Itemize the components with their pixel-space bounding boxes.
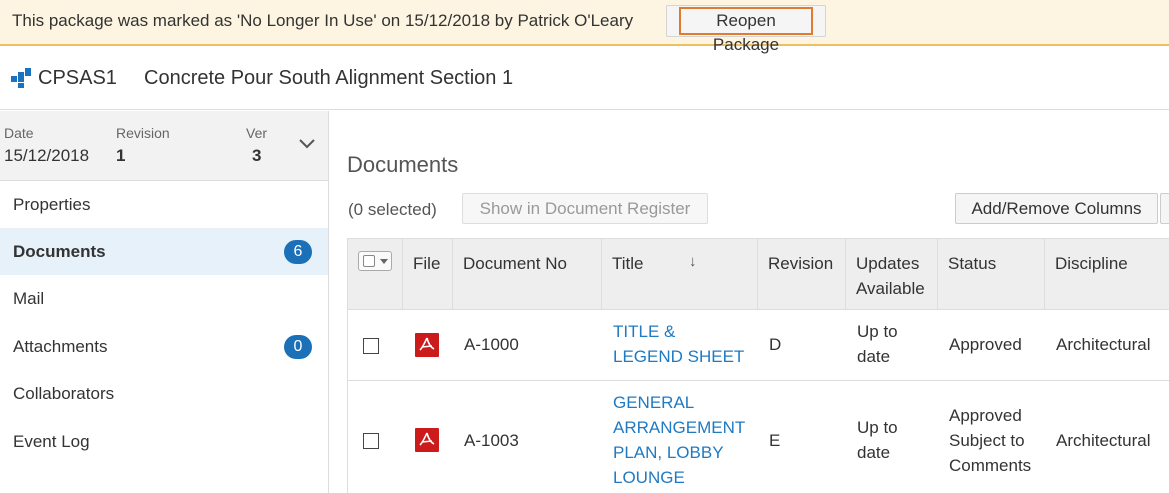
column-updates-available[interactable]: Updates Available [846, 239, 938, 309]
column-document-no[interactable]: Document No ↓ [453, 239, 697, 309]
document-revision: E [769, 431, 781, 450]
package-name: Concrete Pour South Alignment Section 1 [144, 67, 514, 89]
document-number: A-1003 [464, 431, 519, 450]
pdf-file-icon[interactable] [415, 333, 439, 357]
sidebar-item-event-log[interactable]: Event Log [0, 418, 328, 465]
updates-available-value: Up to date [857, 418, 898, 462]
pdf-file-icon[interactable] [415, 428, 439, 452]
column-status-label: Status [948, 254, 997, 273]
column-file[interactable]: File [403, 239, 453, 309]
document-revision: D [769, 335, 782, 354]
package-icon [11, 68, 31, 88]
sidebar-item-label: Event Log [13, 432, 90, 451]
column-document-no-label: Document No [463, 254, 567, 273]
row-checkbox[interactable] [363, 433, 379, 449]
sidebar-item-attachments[interactable]: Attachments 0 [0, 323, 328, 370]
revision-value: 1 [116, 146, 126, 165]
ver-value: 3 [252, 146, 262, 165]
sidebar-item-label: Documents [13, 242, 106, 261]
toolbar-extra-button[interactable] [1160, 193, 1169, 224]
attachments-count-badge: 0 [284, 335, 312, 359]
select-all-checkbox[interactable] [363, 255, 375, 267]
select-all-dropdown[interactable] [358, 251, 392, 271]
column-discipline[interactable]: Discipline [1045, 239, 1169, 309]
date-value: 15/12/2018 [4, 146, 90, 165]
sidebar-item-mail[interactable]: Mail [0, 275, 328, 322]
column-title[interactable]: Title [602, 239, 758, 309]
document-title-link[interactable]: TITLE & LEGEND SHEET [613, 319, 744, 369]
table-row[interactable]: A-1000 TITLE & LEGEND SHEET D Up to date A… [347, 310, 1169, 381]
show-in-document-register-button[interactable]: Show in Document Register [462, 193, 708, 224]
sidebar-item-label: Attachments [13, 337, 108, 356]
sidebar-item-documents[interactable]: Documents 6 [0, 228, 328, 275]
column-status[interactable]: Status [938, 239, 1045, 309]
column-title-label: Title [612, 254, 644, 273]
document-title-link[interactable]: GENERAL ARRANGEMENT PLAN, LOBBY LOUNGE [613, 390, 745, 490]
document-number: A-1000 [464, 335, 519, 354]
sidebar-item-properties[interactable]: Properties [0, 181, 328, 228]
sidebar: Date 15/12/2018 Revision 1 Ver 3 Propert… [0, 111, 329, 493]
caret-down-icon [380, 259, 388, 264]
package-code: CPSAS1 [38, 67, 117, 89]
page-title: Documents [347, 152, 459, 177]
selected-count: (0 selected) [348, 200, 437, 219]
sidebar-item-label: Collaborators [13, 384, 115, 403]
updates-available-value: Up to date [857, 322, 898, 366]
row-checkbox[interactable] [363, 338, 379, 354]
package-meta[interactable]: Date 15/12/2018 Revision 1 Ver 3 [0, 111, 328, 181]
select-all-column [347, 239, 403, 309]
date-label: Date [4, 125, 34, 141]
package-header: CPSAS1 Concrete Pour South Alignment Sec… [0, 48, 1169, 110]
document-discipline: Architectural [1056, 431, 1151, 450]
document-status: Approved [949, 335, 1022, 354]
documents-count-badge: 6 [284, 240, 312, 264]
column-revision-label: Revision [768, 254, 834, 273]
banner-message: This package was marked as 'No Longer In… [12, 11, 634, 30]
add-remove-columns-button[interactable]: Add/Remove Columns [955, 193, 1158, 224]
column-file-label: File [413, 254, 441, 273]
chevron-down-icon[interactable] [297, 137, 317, 151]
sidebar-item-label: Mail [13, 289, 45, 308]
reopen-package-label[interactable]: Reopen Package [679, 7, 813, 54]
revision-label: Revision [116, 125, 170, 141]
document-status: Approved Subject to Comments [949, 406, 1032, 475]
document-discipline: Architectural [1056, 335, 1151, 354]
reopen-package-button[interactable]: Reopen Package [666, 5, 826, 54]
sidebar-item-collaborators[interactable]: Collaborators [0, 370, 328, 417]
ver-label: Ver [246, 125, 268, 141]
column-revision[interactable]: Revision [758, 239, 846, 309]
table-row[interactable]: A-1003 GENERAL ARRANGEMENT PLAN, LOBBY LOUN… [347, 381, 1169, 493]
column-updates-label: Updates Available [856, 254, 925, 298]
sidebar-item-label: Properties [13, 195, 91, 214]
column-discipline-label: Discipline [1055, 254, 1128, 273]
table-header: File Document No ↓ Title Revision Update… [347, 238, 1169, 310]
status-banner: This package was marked as 'No Longer In… [0, 0, 1169, 54]
